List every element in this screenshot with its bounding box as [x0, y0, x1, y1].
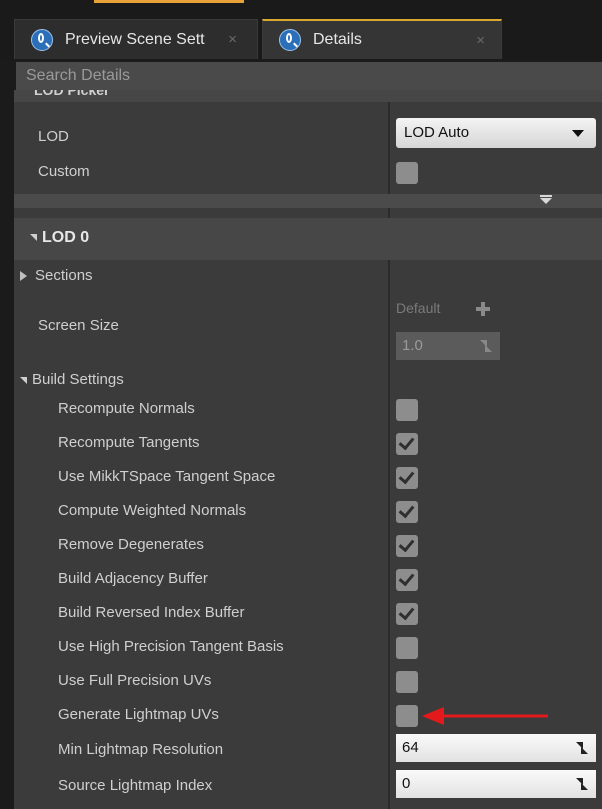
lod-dropdown-value: LOD Auto: [404, 124, 470, 141]
build-setting-checkbox[interactable]: [396, 603, 418, 625]
source-lightmap-index-field[interactable]: 0: [396, 770, 596, 798]
tab-accent-line: [94, 0, 244, 3]
resize-icon: [576, 778, 588, 790]
tab-label: Details: [313, 31, 362, 48]
search-input[interactable]: Search Details: [16, 62, 602, 90]
expand-triangle-icon: [30, 234, 37, 242]
build-setting-label: Use High Precision Tangent Basis: [58, 638, 284, 655]
info-search-icon: [31, 28, 53, 51]
annotation-arrow: [422, 707, 548, 725]
build-setting-checkbox[interactable]: [396, 705, 418, 727]
build-settings-row[interactable]: Build Settings: [20, 371, 124, 388]
add-icon[interactable]: [476, 302, 490, 316]
build-setting-label: Build Reversed Index Buffer: [58, 604, 245, 621]
build-setting-checkbox[interactable]: [396, 433, 418, 455]
close-icon[interactable]: ×: [476, 32, 485, 49]
collapse-arrow-icon[interactable]: [540, 194, 552, 206]
build-setting-label: Recompute Normals: [58, 400, 195, 417]
build-setting-checkbox[interactable]: [396, 501, 418, 523]
sections-label: Sections: [35, 267, 93, 284]
min-lightmap-resolution-field[interactable]: 64: [396, 734, 596, 762]
resize-icon: [576, 742, 588, 754]
build-setting-label: Use MikkTSpace Tangent Space: [58, 468, 276, 485]
lod0-header-label: LOD 0: [30, 229, 89, 247]
screen-size-default-label: Default: [396, 300, 441, 316]
tab-preview-scene-settings[interactable]: Preview Scene Sett ×: [14, 19, 258, 59]
expand-triangle-icon: [20, 271, 27, 282]
min-lightmap-resolution-value: 64: [402, 739, 419, 756]
source-lightmap-index-value: 0: [402, 775, 411, 792]
close-icon[interactable]: ×: [228, 31, 237, 48]
build-setting-label: Remove Degenerates: [58, 536, 204, 553]
build-setting-label: Compute Weighted Normals: [58, 502, 247, 519]
build-setting-checkbox[interactable]: [396, 671, 418, 693]
lod-picker-header-label: LOD Picker: [34, 90, 110, 98]
tab-bar: Preview Scene Sett × Details ×: [0, 0, 602, 60]
build-setting-label: Build Adjacency Buffer: [58, 570, 208, 587]
build-setting-checkbox[interactable]: [396, 467, 418, 489]
resize-icon: [480, 340, 492, 352]
build-setting-label: Use Full Precision UVs: [58, 672, 212, 689]
source-lightmap-index-label: Source Lightmap Index: [58, 777, 213, 794]
tab-label: Preview Scene Sett: [65, 30, 205, 48]
tab-details[interactable]: Details ×: [262, 19, 502, 59]
info-search-icon: [279, 29, 301, 51]
min-lightmap-resolution-label: Min Lightmap Resolution: [58, 741, 224, 758]
build-setting-checkbox[interactable]: [396, 637, 418, 659]
lod-dropdown[interactable]: LOD Auto: [396, 118, 596, 148]
build-settings-label: Build Settings: [32, 371, 124, 388]
expand-triangle-icon: [20, 376, 27, 384]
lod0-category-header[interactable]: LOD 0: [14, 218, 602, 260]
lod-picker-header[interactable]: LOD Picker: [14, 90, 602, 102]
lod-label: LOD: [38, 128, 69, 145]
custom-checkbox[interactable]: [396, 162, 418, 184]
screen-size-value: 1.0: [402, 337, 423, 354]
category-divider: [14, 194, 602, 208]
build-setting-checkbox[interactable]: [396, 535, 418, 557]
build-setting-checkbox[interactable]: [396, 399, 418, 421]
chevron-down-icon: [572, 130, 584, 137]
screen-size-field[interactable]: 1.0: [396, 332, 500, 360]
details-panel: LOD Picker LOD LOD Auto Custom LOD 0 Sec…: [14, 90, 602, 809]
build-setting-label: Generate Lightmap UVs: [58, 706, 219, 723]
screen-size-label: Screen Size: [38, 317, 119, 334]
sections-row[interactable]: Sections: [20, 267, 93, 284]
build-setting-label: Recompute Tangents: [58, 434, 200, 451]
build-setting-checkbox[interactable]: [396, 569, 418, 591]
custom-label: Custom: [38, 163, 90, 180]
